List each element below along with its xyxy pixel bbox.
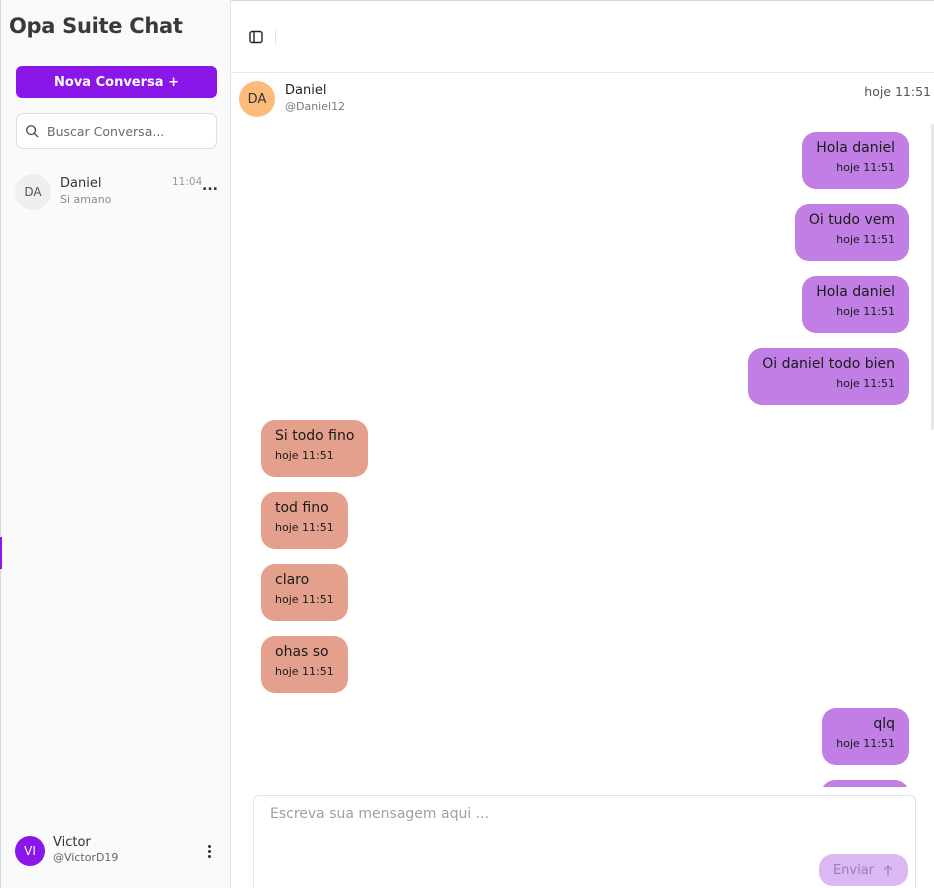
message-bubble-outgoing-partial bbox=[821, 780, 909, 787]
app-title: Opa Suite Chat bbox=[9, 14, 183, 38]
contact-header: DA Daniel @Daniel12 hoje 11:51 bbox=[231, 74, 934, 124]
conversation-time: 11:04 bbox=[172, 176, 203, 188]
message-bubble-incoming: Si todo fino hoje 11:51 bbox=[261, 420, 369, 477]
sidebar-edge-marker bbox=[0, 537, 2, 569]
message-bubble-incoming: tod fino hoje 11:51 bbox=[261, 492, 348, 549]
contact-name: Daniel bbox=[285, 83, 327, 98]
message-time: hoje 11:51 bbox=[836, 377, 895, 390]
user-handle: @VictorD19 bbox=[53, 851, 119, 864]
message-input[interactable] bbox=[270, 806, 890, 846]
message-time: hoje 11:51 bbox=[275, 449, 334, 462]
message-time: hoje 11:51 bbox=[836, 233, 895, 246]
message-time: hoje 11:51 bbox=[836, 305, 895, 318]
message-bubble-incoming: ohas so hoje 11:51 bbox=[261, 636, 348, 693]
send-button[interactable]: Enviar bbox=[819, 854, 908, 886]
topbar-divider bbox=[275, 30, 276, 45]
topbar bbox=[231, 1, 934, 73]
user-avatar: VI bbox=[15, 836, 45, 866]
message-bubble-outgoing: Hola daniel hoje 11:51 bbox=[802, 276, 909, 333]
message-text: Hola daniel bbox=[816, 284, 895, 300]
message-text: claro bbox=[275, 572, 310, 588]
message-bubble-outgoing: qlq hoje 11:51 bbox=[822, 708, 909, 765]
conversation-avatar: DA bbox=[15, 174, 51, 210]
message-text: tod fino bbox=[275, 500, 329, 516]
contact-handle: @Daniel12 bbox=[285, 100, 346, 113]
message-time: hoje 11:51 bbox=[275, 593, 334, 606]
message-list[interactable]: Hola daniel hoje 11:51 Oi tudo vem hoje … bbox=[231, 124, 934, 787]
more-vertical-icon[interactable] bbox=[201, 842, 217, 860]
message-text: qlq bbox=[873, 716, 895, 732]
message-text: ohas so bbox=[275, 644, 329, 660]
current-user: VI Victor @VictorD19 bbox=[15, 834, 219, 868]
conversation-preview: Si amano bbox=[60, 193, 112, 206]
sidebar-toggle-icon[interactable] bbox=[248, 29, 264, 45]
message-bubble-outgoing: Hola daniel hoje 11:51 bbox=[802, 132, 909, 189]
message-text: Hola daniel bbox=[816, 140, 895, 156]
contact-last-seen: hoje 11:51 bbox=[864, 84, 931, 99]
user-name: Victor bbox=[53, 835, 91, 850]
message-time: hoje 11:51 bbox=[836, 737, 895, 750]
message-time: hoje 11:51 bbox=[275, 521, 334, 534]
search-icon bbox=[26, 125, 39, 138]
sidebar: Opa Suite Chat Nova Conversa + DA Daniel… bbox=[0, 0, 231, 888]
message-bubble-outgoing: Oi daniel todo bien hoje 11:51 bbox=[748, 348, 909, 405]
message-bubble-outgoing: Oi tudo vem hoje 11:51 bbox=[794, 204, 909, 261]
search-box bbox=[16, 113, 217, 149]
message-text: Si todo fino bbox=[275, 428, 355, 444]
conversation-item[interactable]: DA Daniel Si amano 11:04 ... bbox=[15, 172, 219, 212]
message-time: hoje 11:51 bbox=[836, 161, 895, 174]
contact-avatar: DA bbox=[239, 81, 275, 117]
message-time: hoje 11:51 bbox=[275, 665, 334, 678]
message-bubble-incoming: claro hoje 11:51 bbox=[261, 564, 348, 621]
new-conversation-button[interactable]: Nova Conversa + bbox=[16, 66, 217, 98]
message-composer: Enviar bbox=[253, 795, 916, 888]
send-button-label: Enviar bbox=[832, 862, 875, 878]
more-horizontal-icon[interactable]: ... bbox=[201, 179, 219, 197]
arrow-up-icon bbox=[883, 865, 893, 876]
search-input[interactable] bbox=[47, 123, 207, 139]
conversation-name: Daniel bbox=[60, 176, 102, 191]
message-text: Oi tudo vem bbox=[808, 212, 895, 228]
message-text: Oi daniel todo bien bbox=[762, 356, 895, 372]
chat-panel: DA Daniel @Daniel12 hoje 11:51 Hola dani… bbox=[231, 0, 934, 888]
